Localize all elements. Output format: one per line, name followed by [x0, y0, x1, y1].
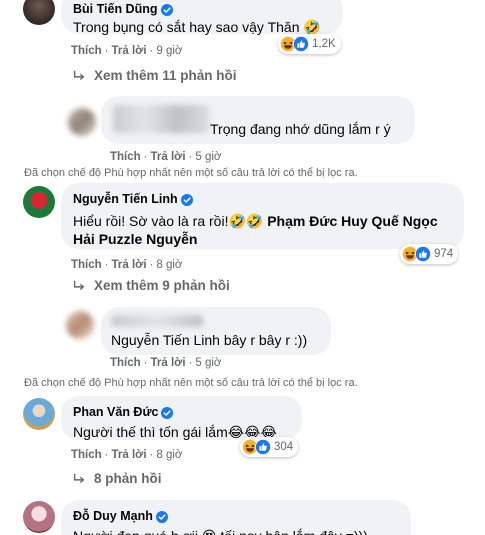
separator: ·	[104, 449, 109, 461]
like-link[interactable]: Thích	[110, 357, 141, 369]
like-reaction-icon	[293, 36, 309, 52]
comment-phan-van-duc: Phan Văn Đức Người thế thì tốn gái lắm😂😂…	[0, 395, 485, 495]
comment-bubble: Nguyễn Tiến Linh bây r bây r :))	[101, 307, 331, 355]
like-link[interactable]: Thích	[71, 45, 102, 57]
comment-actions: Thích · Trả lời · 5 giờ	[110, 150, 221, 164]
comment-bui-tien-dung: Bùi Tiến Dũng Trong bụng có sắt hay sao …	[0, 0, 485, 90]
separator: ·	[143, 151, 148, 163]
separator: ·	[149, 45, 154, 57]
timestamp[interactable]: 8 giờ	[156, 259, 182, 271]
timestamp[interactable]: 5 giờ	[195, 357, 221, 369]
like-reaction-icon	[255, 439, 271, 455]
filter-notice: Đã chọn chế độ Phù hợp nhất nên một số c…	[24, 167, 358, 179]
reply-arrow-icon	[72, 472, 86, 486]
avatar[interactable]	[66, 311, 94, 339]
separator: ·	[143, 357, 148, 369]
mention-link[interactable]: Phạm Đức Huy	[267, 213, 367, 229]
reply-arrow-icon	[72, 69, 86, 83]
comment-actions: Thích · Trả lời · 8 giờ	[71, 258, 182, 272]
verified-icon	[161, 407, 173, 419]
separator: ·	[188, 357, 193, 369]
reply-link[interactable]: Trả lời	[112, 45, 147, 57]
like-link[interactable]: Thích	[71, 259, 102, 271]
comment-reply-blurred: Trọng đang nhớ dũng lắm r ý Thích · Trả lờ…	[0, 95, 485, 185]
separator: ·	[149, 259, 154, 271]
avatar[interactable]	[23, 501, 55, 533]
avatar[interactable]	[23, 0, 55, 25]
like-link[interactable]: Thích	[110, 151, 141, 163]
reply-arrow-icon	[72, 279, 86, 293]
reaction-count: 1,2K	[312, 38, 336, 50]
separator: ·	[104, 259, 109, 271]
reply-link[interactable]: Trả lời	[151, 357, 186, 369]
comment-bubble: Bùi Tiến Dũng Trong bụng có sắt hay sao …	[61, 0, 343, 35]
reaction-summary[interactable]: 974	[400, 244, 459, 264]
comment-author[interactable]: Đỗ Duy Mạnh	[73, 509, 168, 524]
separator: ·	[188, 151, 193, 163]
timestamp[interactable]: 9 giờ	[156, 45, 182, 57]
reply-link[interactable]: Trả lời	[151, 151, 186, 163]
timestamp[interactable]: 5 giờ	[195, 151, 221, 163]
view-more-replies[interactable]: Xem thêm 11 phản hồi	[72, 68, 237, 83]
reaction-summary[interactable]: 1,2K	[278, 34, 341, 54]
avatar[interactable]	[68, 108, 96, 136]
comment-reply-mention: Nguyễn Tiến Linh bây r bây r :)) Thích · T…	[0, 300, 485, 390]
timestamp[interactable]: 8 giờ	[156, 449, 182, 461]
comment-author	[113, 105, 209, 133]
comment-bubble: Nguyễn Tiến Linh Hiểu rồi! Sờ vào là ra …	[61, 183, 464, 249]
filter-notice: Đã chọn chế độ Phù hợp nhất nên một số c…	[24, 377, 358, 389]
like-reaction-icon	[415, 246, 431, 262]
reaction-summary[interactable]: 304	[240, 437, 299, 457]
comment-bubble: Đỗ Duy Mạnh Người đẹp quá b ơii 😍 tối na…	[61, 500, 411, 535]
comment-nguyen-tien-linh: Nguyễn Tiến Linh Hiểu rồi! Sờ vào là ra …	[0, 180, 485, 293]
reaction-count: 974	[434, 248, 454, 260]
reply-link[interactable]: Trả lời	[112, 259, 147, 271]
view-more-replies[interactable]: Xem thêm 9 phản hồi	[72, 278, 230, 293]
view-replies[interactable]: 8 phản hồi	[72, 471, 162, 486]
comment-author[interactable]: Bùi Tiến Dũng	[73, 2, 173, 17]
comment-author[interactable]: Nguyễn Tiến Linh	[73, 192, 193, 207]
separator: ·	[149, 449, 154, 461]
rofl-emoji-icon: 🤣	[303, 19, 321, 35]
comment-text: Nguyễn Tiến Linh bây r bây r :))	[111, 332, 308, 348]
avatar[interactable]	[23, 186, 55, 218]
comment-actions: Thích · Trả lời · 8 giờ	[71, 448, 182, 462]
comment-author[interactable]: Phan Văn Đức	[73, 405, 173, 420]
verified-icon	[181, 194, 193, 206]
comment-do-duy-manh: Đỗ Duy Mạnh Người đẹp quá b ơii 😍 tối na…	[0, 495, 485, 535]
like-link[interactable]: Thích	[71, 449, 102, 461]
reply-link[interactable]: Trả lời	[112, 449, 147, 461]
verified-icon	[161, 4, 173, 16]
comment-text: Trọng đang nhớ dũng lắm r ý	[210, 121, 391, 137]
comment-actions: Thích · Trả lời · 9 giờ	[71, 44, 182, 58]
verified-icon	[156, 511, 168, 523]
comment-bubble: Phan Văn Đức Người thế thì tốn gái lắm😂😂…	[61, 396, 302, 440]
comment-actions: Thích · Trả lời · 5 giờ	[110, 356, 221, 370]
mention-link[interactable]: Hải	[73, 231, 95, 247]
mention-link[interactable]: Quế Ngọc	[372, 213, 438, 229]
comment-author	[111, 315, 203, 327]
mention-link[interactable]: Nguyễn Tiến Linh	[111, 332, 220, 348]
avatar[interactable]	[23, 398, 55, 430]
comment-text: Hiểu rồi! Sờ vào là ra rồi!🤣🤣 Phạm Đức H…	[73, 213, 438, 247]
reaction-count: 304	[274, 441, 294, 453]
separator: ·	[104, 45, 109, 57]
comment-text: Người đẹp quá b ơii 😍 tối nay bận lắm đâ…	[73, 527, 399, 535]
mention-link[interactable]: Puzzle Nguyễn	[99, 231, 198, 247]
comment-bubble: Trọng đang nhớ dũng lắm r ý	[101, 96, 415, 144]
